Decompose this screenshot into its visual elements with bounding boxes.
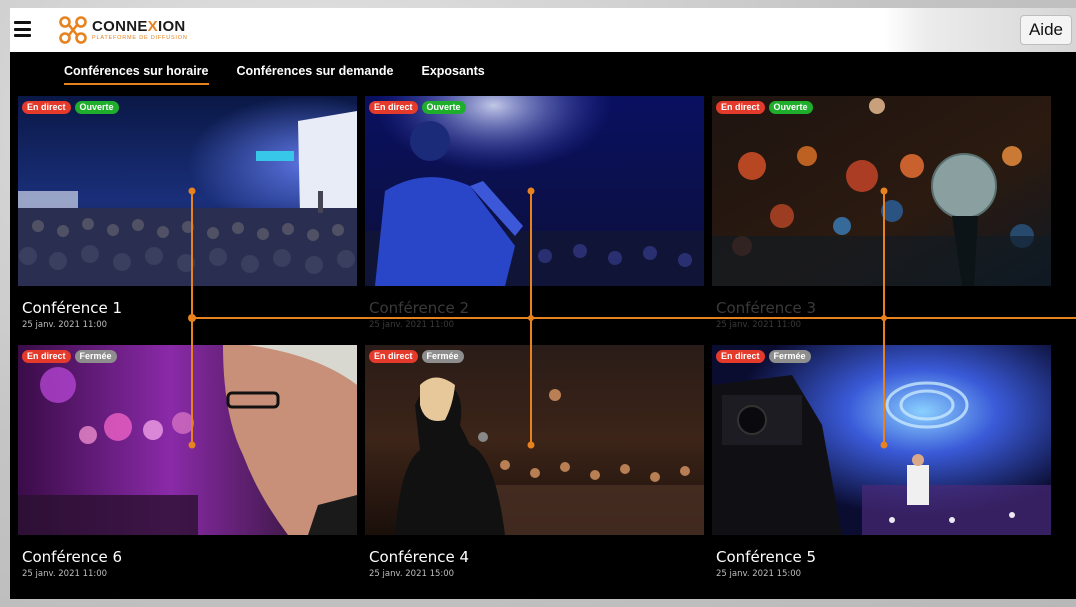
conference-title[interactable]: Conférence 6	[22, 548, 357, 566]
conference-title[interactable]: Conférence 1	[22, 299, 357, 317]
live-badge: En direct	[369, 101, 418, 114]
status-badge: Ouverte	[421, 101, 466, 114]
status-badges: En direct Fermée	[22, 350, 117, 363]
status-badges: En direct Ouverte	[716, 101, 813, 114]
speaker-with-microphone-image	[365, 345, 704, 535]
conference-card[interactable]: En direct Fermée Conférence 5 25 janv. 2…	[712, 345, 1051, 579]
conference-thumbnail[interactable]: En direct Ouverte	[712, 96, 1051, 286]
live-badge: En direct	[22, 350, 71, 363]
live-badge: En direct	[369, 350, 418, 363]
conference-title[interactable]: Conférence 3	[716, 299, 1051, 317]
conference-title[interactable]: Conférence 5	[716, 548, 1051, 566]
status-badges: En direct Ouverte	[369, 101, 466, 114]
live-badge: En direct	[716, 101, 765, 114]
app-window: CONNEXION PLATEFORME DE DIFFUSION Aide C…	[10, 8, 1076, 599]
tab-bar: Conférences sur horaire Conférences sur …	[64, 64, 485, 85]
conference-card[interactable]: En direct Ouverte Conférence 1 25 janv. …	[18, 96, 357, 330]
status-badges: En direct Ouverte	[22, 101, 119, 114]
camera-and-stage-image	[712, 345, 1051, 535]
status-badges: En direct Fermée	[369, 350, 464, 363]
conference-date: 25 janv. 2021 11:00	[369, 320, 455, 330]
help-button[interactable]: Aide	[1019, 15, 1072, 45]
conference-card[interactable]: En direct Ouverte Conférence 3 25 janv. …	[712, 96, 1051, 330]
connexion-logo-icon	[59, 16, 87, 44]
top-bar: CONNEXION PLATEFORME DE DIFFUSION Aide	[10, 8, 1076, 52]
tab-on-demand-conferences[interactable]: Conférences sur demande	[237, 64, 394, 85]
tab-exhibitors[interactable]: Exposants	[422, 64, 485, 85]
conference-title[interactable]: Conférence 2	[369, 299, 704, 317]
conference-date: 25 janv. 2021 15:00	[369, 569, 455, 579]
live-badge: En direct	[22, 101, 71, 114]
logo-subtitle: PLATEFORME DE DIFFUSION	[92, 34, 188, 41]
hamburger-icon[interactable]	[14, 21, 31, 37]
conference-thumbnail[interactable]: En direct Fermée	[365, 345, 704, 535]
microphone-image	[712, 96, 1051, 286]
conference-card[interactable]: En direct Ouverte Conférence 2 25 janv. …	[365, 96, 704, 330]
logo-name: CONNEXION	[92, 17, 186, 35]
live-badge: En direct	[716, 350, 765, 363]
conference-thumbnail[interactable]: En direct Ouverte	[365, 96, 704, 286]
status-badge: Fermée	[74, 350, 117, 363]
conference-date: 25 janv. 2021 11:00	[22, 569, 108, 579]
conference-date: 25 janv. 2021 11:00	[716, 320, 802, 330]
speaker-with-headset-image	[18, 345, 357, 535]
conference-thumbnail[interactable]: En direct Fermée	[18, 345, 357, 535]
auditorium-image	[18, 96, 357, 286]
conference-card[interactable]: En direct Fermée Conférence 6 25 janv. 2…	[18, 345, 357, 579]
status-badges: En direct Fermée	[716, 350, 811, 363]
speaker-on-stage-image	[365, 96, 704, 286]
conference-card[interactable]: En direct Fermée Conférence 4 25 janv. 2…	[365, 345, 704, 579]
conference-date: 25 janv. 2021 11:00	[22, 320, 108, 330]
conference-thumbnail[interactable]: En direct Fermée	[712, 345, 1051, 535]
status-badge: Ouverte	[768, 101, 813, 114]
status-badge: Ouverte	[74, 101, 119, 114]
tab-scheduled-conferences[interactable]: Conférences sur horaire	[64, 64, 209, 85]
conference-date: 25 janv. 2021 15:00	[716, 569, 802, 579]
conference-thumbnail[interactable]: En direct Ouverte	[18, 96, 357, 286]
logo[interactable]: CONNEXION PLATEFORME DE DIFFUSION	[58, 14, 188, 46]
status-badge: Fermée	[768, 350, 811, 363]
status-badge: Fermée	[421, 350, 464, 363]
conference-title[interactable]: Conférence 4	[369, 548, 704, 566]
